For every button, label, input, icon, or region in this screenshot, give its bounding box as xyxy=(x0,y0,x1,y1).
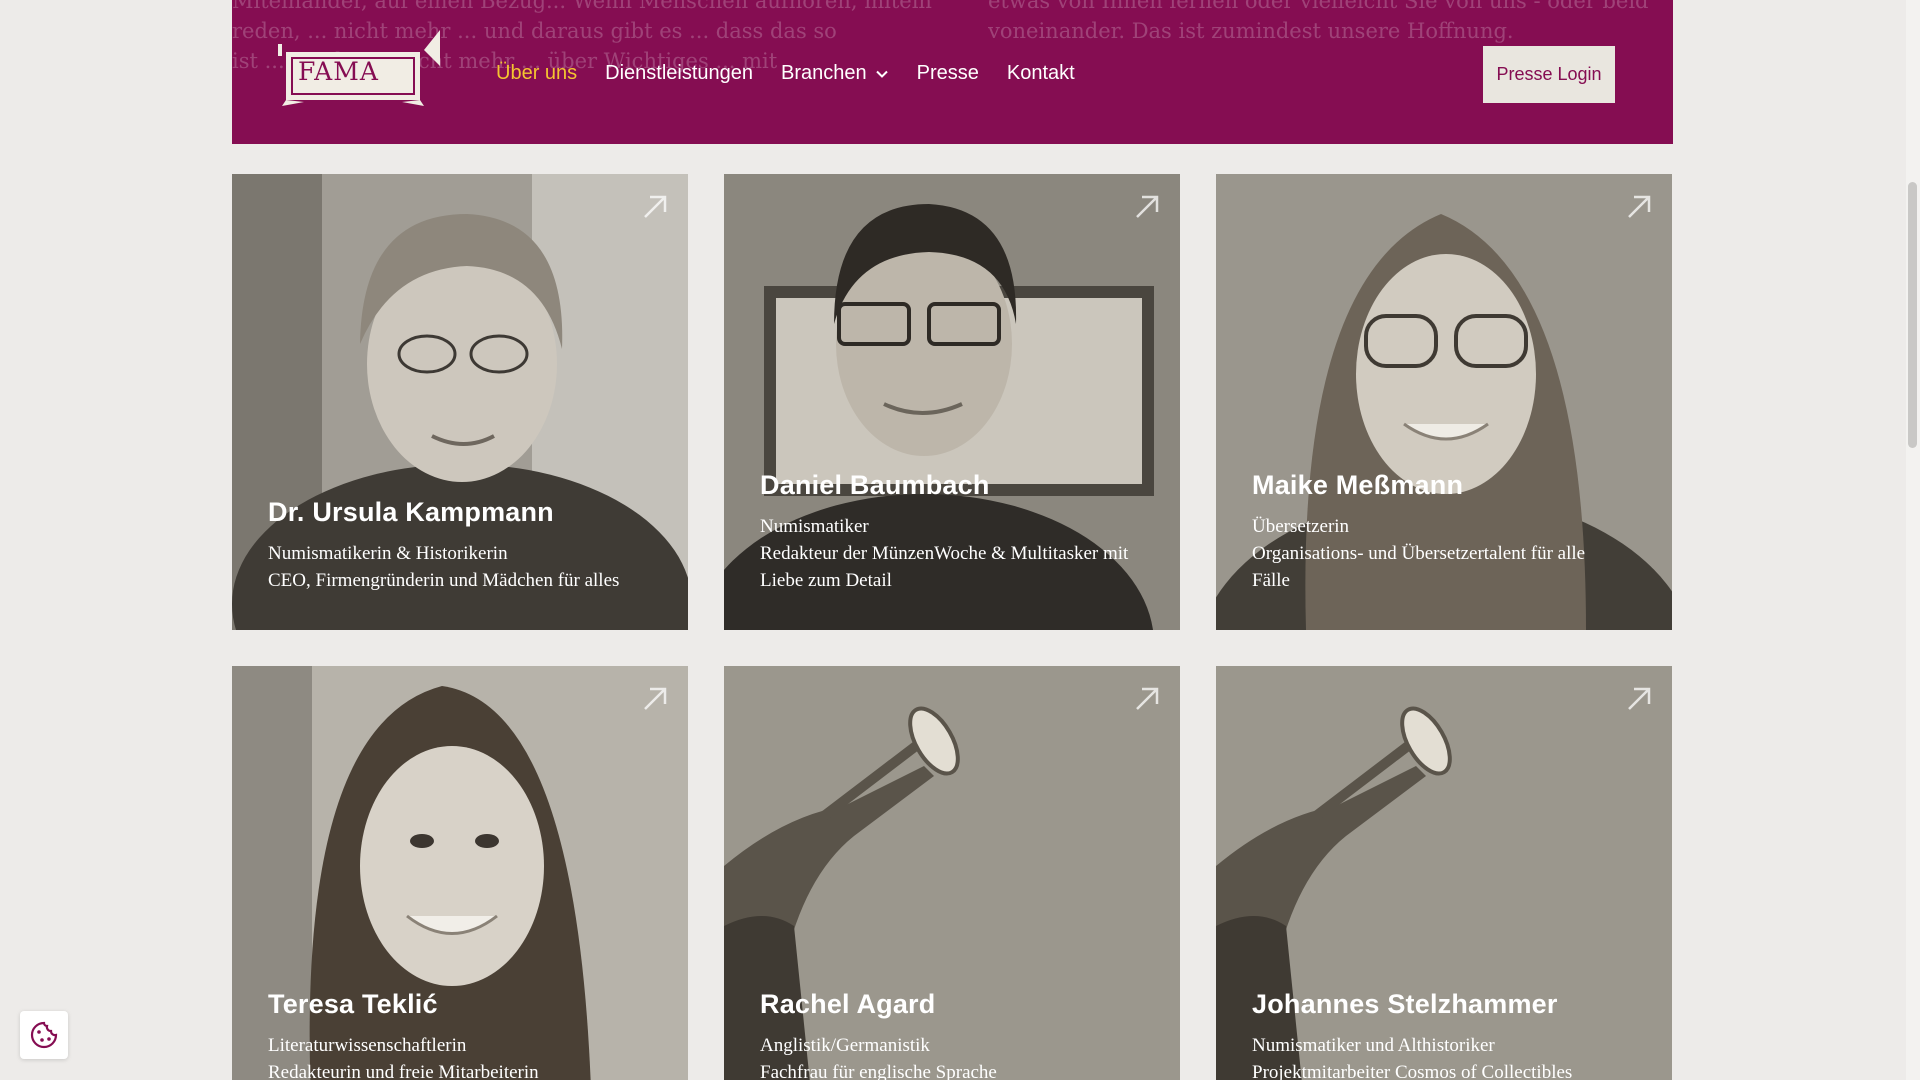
arrow-up-right-icon xyxy=(1136,195,1159,218)
team-card-info: Johannes Stelzhammer Numismatiker und Al… xyxy=(1252,988,1642,1080)
team-card-info: Maike Meßmann Übersetzerin Organisations… xyxy=(1252,469,1642,594)
arrow-up-right-icon xyxy=(644,195,667,218)
press-login-button[interactable]: Presse Login xyxy=(1483,46,1615,103)
team-card-info: Teresa Teklić Literaturwissenschaftlerin… xyxy=(268,988,658,1080)
intro-text-line: Miteinander, auf einen Bezug... Wenn Men… xyxy=(232,0,932,13)
team-card-1[interactable]: Dr. Ursula Kampmann Numismatikerin & His… xyxy=(232,174,688,630)
team-member-description: Organisations- und Übersetzertalent für … xyxy=(1252,543,1586,564)
arrow-up-right-icon xyxy=(644,687,667,710)
arrow-up-right-icon xyxy=(1136,687,1159,710)
team-member-description: Fachfrau für englische Sprache xyxy=(760,1062,997,1080)
team-card-3[interactable]: Maike Meßmann Übersetzerin Organisations… xyxy=(1216,174,1672,630)
team-member-description: Liebe zum Detail xyxy=(760,570,892,591)
team-member-description: Redakteurin und freie Mitarbeiterin xyxy=(268,1062,539,1080)
arrow-up-right-icon xyxy=(1628,687,1651,710)
team-member-description: Projektmitarbeiter Cosmos of Collectible… xyxy=(1252,1062,1573,1080)
team-member-description: Redakteur der MünzenWoche & Multitasker … xyxy=(760,543,1129,564)
team-card-info: Dr. Ursula Kampmann Numismatikerin & His… xyxy=(268,496,658,594)
intro-text-line: voneinander. Das ist zumindest unsere Ho… xyxy=(988,19,1514,43)
nav-item-industries[interactable]: Branchen xyxy=(781,62,889,85)
site-header: Miteinander, auf einen Bezug... Wenn Men… xyxy=(232,0,1673,144)
team-member-description: CEO, Firmengründerin und Mädchen für all… xyxy=(268,570,620,591)
team-member-name: Johannes Stelzhammer xyxy=(1252,989,1558,1019)
chevron-down-icon xyxy=(875,70,888,78)
team-card-info: Rachel Agard Anglistik/Germanistik Fachf… xyxy=(760,988,1150,1080)
team-member-name: Teresa Teklić xyxy=(268,989,438,1019)
team-member-role: Übersetzerin xyxy=(1252,516,1350,537)
team-member-role: Numismatiker xyxy=(760,516,869,537)
team-member-role: Anglistik/Germanistik xyxy=(760,1035,930,1056)
main-nav: Über uns Dienstleistungen Branchen Press… xyxy=(496,62,1075,85)
scrollbar-thumb[interactable] xyxy=(1908,182,1917,448)
team-member-name: Dr. Ursula Kampmann xyxy=(268,497,554,527)
team-member-role: Numismatikerin & Historikerin xyxy=(268,543,508,564)
team-member-name: Daniel Baumbach xyxy=(760,470,990,500)
team-member-name: Rachel Agard xyxy=(760,989,936,1019)
team-card-4[interactable]: Teresa Teklić Literaturwissenschaftlerin… xyxy=(232,666,688,1080)
team-member-description: Fälle xyxy=(1252,570,1290,591)
nav-item-services[interactable]: Dienstleistungen xyxy=(605,62,753,85)
nav-item-industries-label: Branchen xyxy=(781,62,867,84)
team-member-role: Literaturwissenschaftlerin xyxy=(268,1035,467,1056)
team-card-info: Daniel Baumbach Numismatiker Redakteur d… xyxy=(760,469,1150,594)
team-card-5[interactable]: Rachel Agard Anglistik/Germanistik Fachf… xyxy=(724,666,1180,1080)
cookie-settings-button[interactable] xyxy=(20,1011,68,1059)
nav-item-about[interactable]: Über uns xyxy=(496,62,577,85)
logo-text: FAMA xyxy=(298,57,379,86)
cookie-icon xyxy=(30,1021,58,1049)
scrollbar-track[interactable] xyxy=(1906,0,1920,1080)
team-card-6[interactable]: Johannes Stelzhammer Numismatiker und Al… xyxy=(1216,666,1672,1080)
intro-text-line: etwas von Ihnen lernen oder vielleicht S… xyxy=(988,0,1648,13)
arrow-up-right-icon xyxy=(1628,195,1651,218)
intro-text-right: etwas von Ihnen lernen oder vielleicht S… xyxy=(988,0,1648,46)
nav-item-contact[interactable]: Kontakt xyxy=(1007,62,1075,85)
page: Miteinander, auf einen Bezug... Wenn Men… xyxy=(0,0,1920,1080)
team-member-role: Numismatiker und Althistoriker xyxy=(1252,1035,1495,1056)
nav-item-press[interactable]: Presse xyxy=(917,62,979,85)
team-card-2[interactable]: Daniel Baumbach Numismatiker Redakteur d… xyxy=(724,174,1180,630)
team-member-name: Maike Meßmann xyxy=(1252,470,1464,500)
